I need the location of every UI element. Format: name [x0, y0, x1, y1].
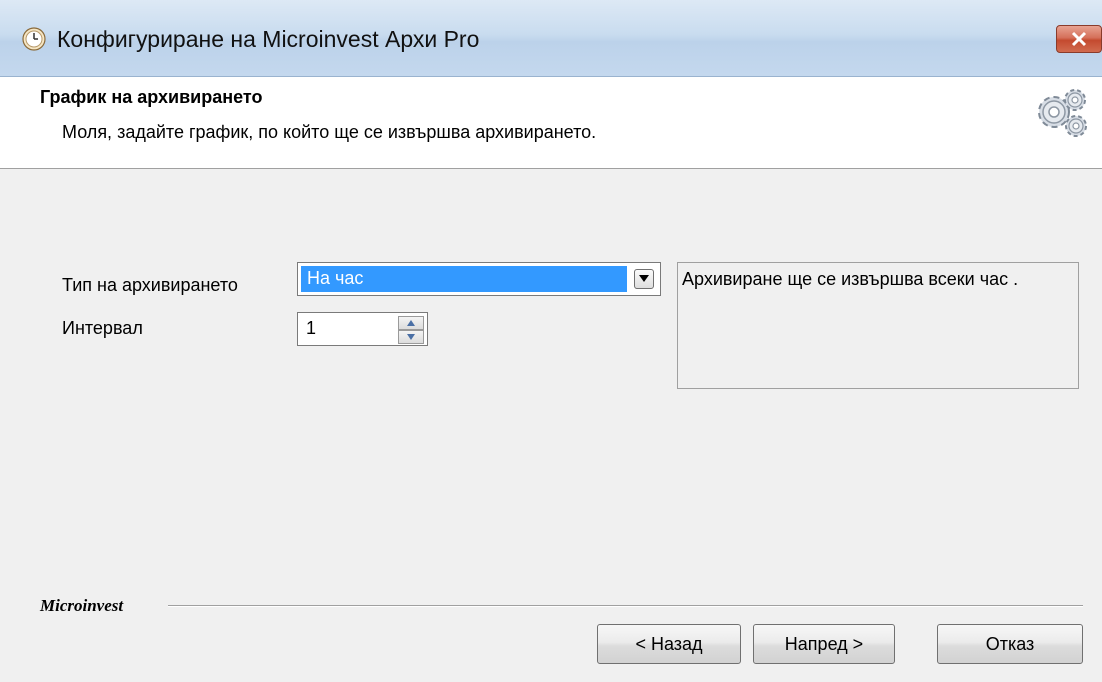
- arrow-down-icon: [407, 334, 415, 340]
- interval-value[interactable]: 1: [306, 316, 316, 340]
- close-button[interactable]: [1056, 25, 1102, 53]
- cancel-button[interactable]: Отказ: [937, 624, 1083, 664]
- brand-label: Microinvest: [40, 596, 124, 615]
- dropdown-button[interactable]: [634, 269, 654, 289]
- description-panel: Архивиране ще се извършва всеки час .: [677, 262, 1079, 389]
- gear-icon: [1038, 89, 1087, 137]
- page-subtitle: Моля, задайте график, по който ще се изв…: [62, 122, 597, 142]
- title-bar: Конфигуриране на Microinvest Архи Pro: [0, 0, 1102, 77]
- close-icon: [1071, 31, 1087, 47]
- archive-type-select[interactable]: На час: [297, 262, 661, 296]
- wizard-window: Конфигуриране на Microinvest Архи Pro Гр…: [0, 0, 1102, 682]
- increment-button[interactable]: [398, 316, 424, 330]
- window-title: Конфигуриране на Microinvest Архи Pro: [57, 26, 480, 52]
- archive-type-label: Тип на архивирането: [62, 275, 238, 295]
- footer-divider: [168, 605, 1083, 607]
- back-button[interactable]: < Назад: [597, 624, 741, 664]
- wizard-header: График на архивирането Моля, задайте гра…: [0, 77, 1102, 169]
- page-title: График на архивирането: [40, 87, 263, 107]
- archive-type-value: На час: [301, 266, 627, 292]
- interval-stepper[interactable]: 1: [297, 312, 428, 346]
- interval-label: Интервал: [62, 318, 143, 338]
- next-button[interactable]: Напред >: [753, 624, 895, 664]
- schedule-description: Архивиране ще се извършва всеки час .: [682, 269, 1019, 289]
- chevron-down-icon: [639, 275, 649, 282]
- arrow-up-icon: [407, 320, 415, 326]
- clock-icon: [22, 27, 46, 51]
- decrement-button[interactable]: [398, 330, 424, 344]
